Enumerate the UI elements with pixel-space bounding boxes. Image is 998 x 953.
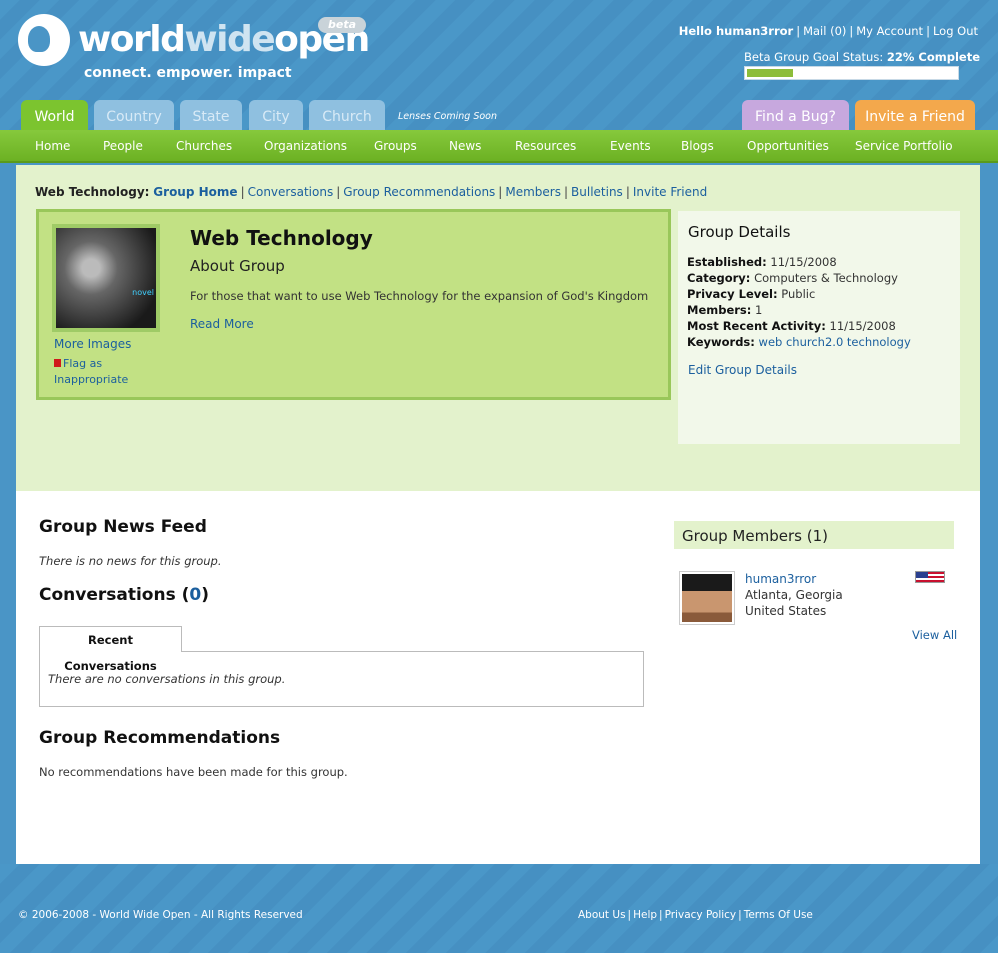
detail-recent-activity: Most Recent Activity: 11/15/2008 xyxy=(687,319,896,333)
nav-opportunities[interactable]: Opportunities xyxy=(747,130,829,163)
lens-tab-church[interactable]: Church xyxy=(309,100,385,130)
group-name: Web Technology xyxy=(190,226,373,250)
beta-badge: beta xyxy=(318,17,366,33)
group-image xyxy=(56,228,156,328)
nav-home[interactable]: Home xyxy=(35,130,70,163)
view-all-members-link[interactable]: View All xyxy=(912,628,957,642)
lens-tab-state[interactable]: State xyxy=(180,100,242,130)
flag-inappropriate-link[interactable]: Flag as Inappropriate xyxy=(54,356,134,388)
nav-news[interactable]: News xyxy=(449,130,481,163)
group-photo[interactable] xyxy=(52,224,160,332)
logo-tagline: connect. empower. impact xyxy=(84,65,292,81)
main-nav: Home People Churches Organizations Group… xyxy=(0,130,998,163)
footer-terms-of-use[interactable]: Terms Of Use xyxy=(744,909,813,921)
subnav-group-home[interactable]: Group Home xyxy=(153,185,237,199)
lens-tab-city[interactable]: City xyxy=(249,100,303,130)
logo-text-wide: wide xyxy=(184,19,275,60)
footer-about-us[interactable]: About Us xyxy=(578,909,626,921)
detail-established: Established: 11/15/2008 xyxy=(687,255,837,269)
news-feed-empty: There is no news for this group. xyxy=(39,554,222,568)
copyright: © 2006-2008 - World Wide Open - All Righ… xyxy=(18,909,303,921)
news-feed-title: Group News Feed xyxy=(39,517,207,537)
more-images-link[interactable]: More Images xyxy=(54,337,131,351)
group-members-title: Group Members (1) xyxy=(674,521,954,549)
subnav-bulletins[interactable]: Bulletins xyxy=(571,185,623,199)
site-header: worldwideopen beta connect. empower. imp… xyxy=(0,0,998,130)
mail-link[interactable]: Mail (0) xyxy=(803,24,846,38)
subnav-group-recommendations[interactable]: Group Recommendations xyxy=(343,185,495,199)
beta-goal-status: Beta Group Goal Status: 22% Complete xyxy=(744,50,980,80)
nav-resources[interactable]: Resources xyxy=(515,130,576,163)
user-links: Hello human3rror | Mail (0) | My Account | Log… xyxy=(678,24,978,38)
group-header-area: Web Technology: Group Home | Conversations… xyxy=(16,165,980,491)
lens-tab-world[interactable]: World xyxy=(21,100,88,130)
detail-category: Category: Computers & Technology xyxy=(687,271,898,285)
goal-progress-fill xyxy=(747,69,793,77)
goal-percent: 22% Complete xyxy=(886,50,980,64)
group-info-card: More Images Flag as Inappropriate Web Te… xyxy=(36,209,671,400)
logout-link[interactable]: Log Out xyxy=(933,24,978,38)
nav-blogs[interactable]: Blogs xyxy=(681,130,714,163)
member-country: United States xyxy=(745,604,827,618)
group-details-title: Group Details xyxy=(688,223,791,241)
goal-progress-bar xyxy=(744,66,959,80)
subnav-prefix: Web Technology: xyxy=(35,185,150,199)
detail-members: Members: 1 xyxy=(687,303,763,317)
detail-privacy: Privacy Level: Public xyxy=(687,287,816,301)
site-footer: © 2006-2008 - World Wide Open - All Righ… xyxy=(0,864,998,953)
subnav-members[interactable]: Members xyxy=(505,185,561,199)
hello-user: Hello human3rror xyxy=(678,24,794,38)
conversations-count-link[interactable]: 0 xyxy=(189,585,201,605)
member-name-link[interactable]: human3rror xyxy=(745,572,816,586)
nav-churches[interactable]: Churches xyxy=(176,130,232,163)
keywords-link[interactable]: web church2.0 technology xyxy=(759,335,911,349)
nav-groups[interactable]: Groups xyxy=(374,130,417,163)
member-avatar[interactable] xyxy=(679,571,735,625)
tab-recent-conversations[interactable]: Recent Conversations xyxy=(39,626,182,673)
footer-links: About Us | Help | Privacy Policy | Terms Of Us… xyxy=(578,909,813,921)
flag-label[interactable]: Flag as Inappropriate xyxy=(54,357,128,386)
nav-organizations[interactable]: Organizations xyxy=(264,130,347,163)
group-description: For those that want to use Web Technolog… xyxy=(190,289,649,303)
nav-service-portfolio[interactable]: Service Portfolio xyxy=(855,130,953,163)
my-account-link[interactable]: My Account xyxy=(856,24,923,38)
logo-text-world: world xyxy=(78,19,186,60)
read-more-link[interactable]: Read More xyxy=(190,317,254,331)
edit-group-details-link[interactable]: Edit Group Details xyxy=(688,363,797,377)
subnav-conversations[interactable]: Conversations xyxy=(248,185,334,199)
recommendations-title: Group Recommendations xyxy=(39,728,281,748)
us-flag-icon xyxy=(915,571,945,583)
invite-a-friend-tab[interactable]: Invite a Friend xyxy=(855,100,975,130)
footer-privacy-policy[interactable]: Privacy Policy xyxy=(665,909,737,921)
detail-keywords: Keywords: web church2.0 technology xyxy=(687,335,911,349)
lenses-coming-soon: Lenses Coming Soon xyxy=(398,111,498,122)
find-a-bug-tab[interactable]: Find a Bug? xyxy=(742,100,849,130)
subnav-invite-friend[interactable]: Invite Friend xyxy=(633,185,707,199)
group-subnav: Web Technology: Group Home | Conversations… xyxy=(35,185,708,199)
nav-events[interactable]: Events xyxy=(610,130,651,163)
logo-mark-icon xyxy=(18,14,70,66)
footer-help[interactable]: Help xyxy=(633,909,657,921)
site-logo[interactable]: worldwideopen beta connect. empower. imp… xyxy=(18,14,378,86)
about-group-title: About Group xyxy=(190,257,285,275)
member-city: Atlanta, Georgia xyxy=(745,588,843,602)
recommendations-empty: No recommendations have been made for th… xyxy=(39,765,348,779)
page-content: Web Technology: Group Home | Conversations… xyxy=(16,165,980,864)
flag-icon xyxy=(54,359,61,367)
avatar xyxy=(682,574,732,622)
group-details-panel: Group Details Established: 11/15/2008 Ca… xyxy=(678,211,960,444)
lens-tab-country[interactable]: Country xyxy=(94,100,174,130)
nav-people[interactable]: People xyxy=(103,130,143,163)
conversations-title: Conversations (0) xyxy=(39,585,210,605)
goal-label: Beta Group Goal Status: xyxy=(744,50,884,64)
